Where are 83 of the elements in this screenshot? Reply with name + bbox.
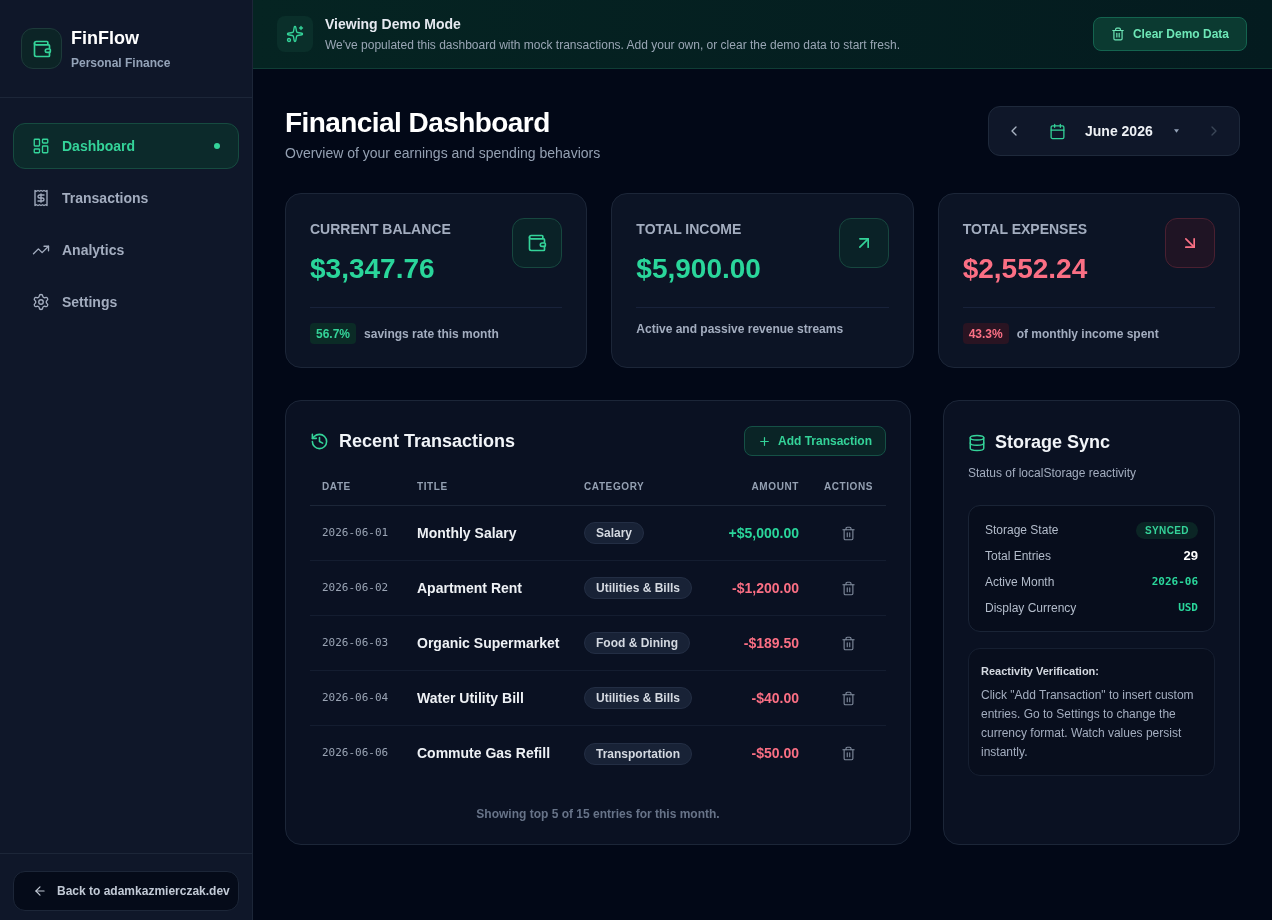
caret-down-icon bbox=[1173, 129, 1179, 133]
info-text: Click "Add Transaction" to insert custom entries. Go to Settings to change the currency format. Watch values persist instantly. bbox=[981, 686, 1195, 761]
storage-value: 2026-06 bbox=[1151, 573, 1198, 590]
title-cell-text: Monthly Salary bbox=[417, 523, 517, 543]
percent-badge: 56.7% bbox=[310, 323, 357, 344]
info-title: Reactivity Verification: bbox=[981, 664, 1100, 679]
dashboard-grid-icon bbox=[32, 137, 50, 155]
arrow-up-right-icon bbox=[838, 218, 889, 268]
storage-label: Active Month bbox=[985, 574, 1055, 591]
date-cell-text: 2026-06-02 bbox=[322, 579, 389, 596]
month-label: June 2026 bbox=[1085, 121, 1153, 141]
stat-label: TOTAL EXPENSES bbox=[962, 220, 1088, 238]
trash-icon bbox=[841, 635, 856, 651]
entries-count: 29 bbox=[1183, 547, 1198, 566]
storage-value: USD bbox=[1178, 599, 1198, 616]
storage-label: Storage State bbox=[985, 522, 1059, 539]
column-header: ACTIONS bbox=[823, 480, 874, 494]
category-tag: Utilities & Bills bbox=[584, 577, 693, 599]
trash-icon bbox=[841, 690, 856, 706]
date-cell: 2026-06-06 bbox=[322, 745, 389, 762]
brand-tagline: Personal Finance bbox=[71, 54, 171, 71]
category-tag: Utilities & Bills bbox=[584, 687, 693, 709]
stat-label: TOTAL INCOME bbox=[636, 220, 743, 238]
sidebar-nav-item[interactable]: Dashboard bbox=[13, 123, 239, 169]
amount-cell-text: +$5,000.00 bbox=[728, 523, 799, 543]
date-cell-text: 2026-06-01 bbox=[322, 524, 389, 541]
stat-value: $2,552.24 bbox=[962, 252, 1088, 286]
amount-cell-text: -$50.00 bbox=[751, 744, 799, 763]
receipt-icon bbox=[32, 189, 50, 207]
back-link-button[interactable]: Back to adamkazmierczak.dev bbox=[13, 871, 239, 911]
clear-demo-data-button[interactable]: Clear Demo Data bbox=[1092, 17, 1247, 51]
banner-message: We've populated this dashboard with mock transactions. Add your own, or clear the demo data to start fresh. bbox=[325, 37, 902, 53]
sidebar-nav-item[interactable]: Analytics bbox=[13, 227, 239, 273]
trash-icon bbox=[841, 525, 856, 541]
add-transaction-button[interactable]: Add Transaction bbox=[744, 426, 886, 456]
page-subtitle: Overview of your earnings and spending behaviors bbox=[285, 144, 601, 162]
card-subtitle: Status of localStorage reactivity bbox=[968, 465, 1138, 482]
trash-icon bbox=[841, 580, 856, 596]
column-header: TITLE bbox=[417, 480, 448, 494]
wallet-logo-icon bbox=[21, 28, 62, 69]
card-title: Storage Sync bbox=[995, 431, 1111, 454]
table-footer-note: Showing top 5 of 15 entries for this month. bbox=[476, 806, 720, 823]
stat-note: of monthly income spent bbox=[1016, 325, 1159, 343]
sidebar-nav-item[interactable]: Settings bbox=[13, 279, 239, 325]
stat-value: $5,900.00 bbox=[636, 252, 761, 286]
title-cell-text: Commute Gas Refill bbox=[417, 744, 551, 763]
settings-icon bbox=[32, 293, 50, 311]
arrow-down-right-icon bbox=[1165, 218, 1215, 268]
amount-cell-text: -$1,200.00 bbox=[732, 578, 799, 598]
trash-icon bbox=[1110, 27, 1125, 41]
history-icon bbox=[310, 431, 329, 451]
brand-name: FinFlow bbox=[71, 26, 140, 49]
card-title: Recent Transactions bbox=[339, 429, 516, 453]
stat-label: CURRENT BALANCE bbox=[310, 220, 451, 238]
amount-cell-text: -$40.00 bbox=[751, 688, 799, 708]
storage-label: Display Currency bbox=[985, 600, 1077, 617]
date-cell-text: 2026-06-04 bbox=[322, 689, 389, 706]
sidebar-nav-item[interactable]: Transactions bbox=[13, 175, 239, 221]
plus-icon bbox=[758, 434, 771, 448]
calendar-icon bbox=[1049, 122, 1066, 140]
stat-value: $3,347.76 bbox=[310, 252, 436, 286]
category-tag: Food & Dining bbox=[584, 632, 690, 654]
title-cell-text: Water Utility Bill bbox=[417, 688, 524, 708]
wallet-icon bbox=[512, 218, 563, 268]
percent-badge: 43.3% bbox=[962, 323, 1009, 344]
stat-note: Active and passive revenue streams bbox=[636, 321, 844, 338]
page-title: Financial Dashboard bbox=[285, 107, 551, 139]
category-tag: Transportation bbox=[584, 742, 692, 765]
title-cell-text: Organic Supermarket bbox=[417, 633, 560, 653]
column-header: AMOUNT bbox=[751, 480, 799, 494]
amount-cell-text: -$189.50 bbox=[743, 633, 799, 653]
storage-label: Total Entries bbox=[985, 548, 1052, 565]
trash-icon bbox=[841, 746, 856, 761]
sparkles-icon bbox=[277, 16, 313, 52]
title-cell-text: Apartment Rent bbox=[417, 578, 522, 598]
sync-status-badge: SYNCED bbox=[1135, 521, 1198, 539]
column-header: DATE bbox=[322, 480, 351, 494]
date-cell-text: 2026-06-03 bbox=[322, 634, 389, 651]
stat-note: savings rate this month bbox=[364, 325, 499, 343]
database-icon bbox=[968, 433, 986, 452]
column-header: CATEGORY bbox=[584, 480, 645, 494]
banner-title: Viewing Demo Mode bbox=[325, 15, 462, 33]
category-tag: Salary bbox=[584, 522, 645, 544]
